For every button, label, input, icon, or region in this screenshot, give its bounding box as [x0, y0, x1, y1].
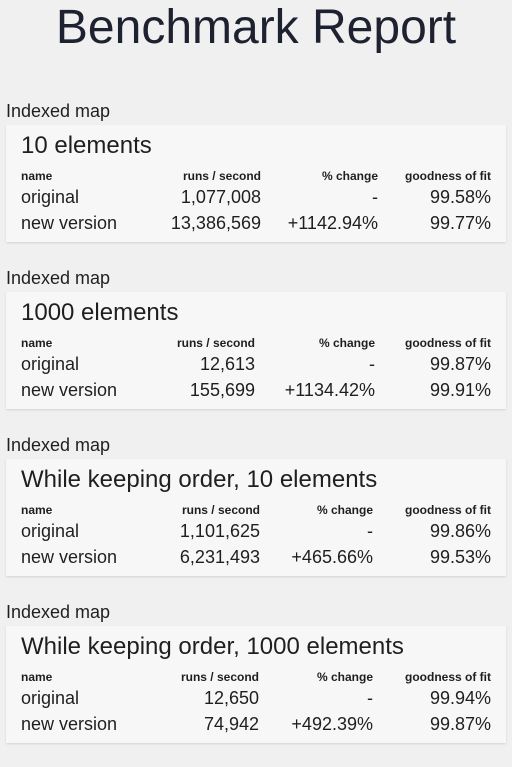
row-name: new version [21, 380, 118, 400]
row-runs: 6,231,493 [179, 547, 260, 567]
row-runs: 1,101,625 [179, 521, 260, 541]
column-header-name: name [21, 169, 53, 183]
benchmark-section: Indexed map While keeping order, 10 elem… [0, 433, 512, 600]
column-header-fit: goodness of fit [405, 503, 491, 517]
row-change: - [367, 688, 373, 708]
table-header-row: name runs / second % change goodness of … [21, 669, 491, 685]
section-label: Indexed map [6, 101, 111, 121]
table-header-row: name runs / second % change goodness of … [21, 168, 491, 184]
section-label: Indexed map [6, 602, 111, 622]
benchmark-card: While keeping order, 1000 elements name … [6, 626, 506, 743]
column-header-runs: runs / second [180, 670, 259, 684]
benchmark-card: 1000 elements name runs / second % chang… [6, 292, 506, 409]
benchmark-title: While keeping order, 10 elements [21, 466, 378, 493]
row-change: +1134.42% [284, 380, 375, 400]
row-runs: 1,077,008 [180, 187, 261, 207]
row-fit: 99.87% [429, 714, 491, 734]
benchmark-section: Indexed map While keeping order, 1000 el… [0, 600, 512, 767]
table-row: original 1,101,625 - 99.86% [21, 518, 491, 544]
results-table: name runs / second % change goodness of … [21, 502, 491, 570]
column-header-change: % change [316, 670, 373, 684]
column-header-change: % change [321, 169, 378, 183]
benchmark-title: 10 elements [21, 132, 152, 159]
row-fit: 99.58% [429, 187, 491, 207]
results-table: name runs / second % change goodness of … [21, 669, 491, 737]
column-header-runs: runs / second [181, 503, 260, 517]
row-runs: 13,386,569 [170, 213, 261, 233]
row-change: +492.39% [291, 714, 373, 734]
column-header-runs: runs / second [176, 336, 255, 350]
row-runs: 155,699 [189, 380, 255, 400]
column-header-fit: goodness of fit [405, 336, 491, 350]
row-name: original [21, 521, 80, 541]
column-header-change: % change [318, 336, 375, 350]
row-name: original [21, 187, 80, 207]
row-fit: 99.94% [429, 688, 491, 708]
column-header-fit: goodness of fit [405, 670, 491, 684]
row-fit: 99.86% [429, 521, 491, 541]
row-fit: 99.91% [429, 380, 491, 400]
row-runs: 12,613 [199, 354, 255, 374]
benchmark-section: Indexed map 1000 elements name runs / se… [0, 266, 512, 433]
benchmark-title: 1000 elements [21, 299, 179, 326]
page-title: Benchmark Report [55, 1, 457, 54]
row-fit: 99.53% [429, 547, 491, 567]
table-header-row: name runs / second % change goodness of … [21, 502, 491, 518]
row-change: - [367, 521, 373, 541]
column-header-runs: runs / second [182, 169, 261, 183]
row-change: +1142.94% [287, 213, 378, 233]
row-runs: 12,650 [203, 688, 259, 708]
row-change: +465.66% [291, 547, 373, 567]
benchmark-section: Indexed map 10 elements name runs / seco… [0, 99, 512, 266]
row-fit: 99.87% [429, 354, 491, 374]
table-row: new version 155,699 +1134.42% 99.91% [21, 377, 491, 403]
column-header-name: name [21, 503, 53, 517]
table-row: original 12,613 - 99.87% [21, 351, 491, 377]
row-name: new version [21, 547, 118, 567]
row-name: new version [21, 213, 118, 233]
table-header-row: name runs / second % change goodness of … [21, 335, 491, 351]
section-label: Indexed map [6, 268, 111, 288]
table-row: new version 6,231,493 +465.66% 99.53% [21, 544, 491, 570]
results-table: name runs / second % change goodness of … [21, 335, 491, 403]
row-runs: 74,942 [203, 714, 259, 734]
table-row: original 12,650 - 99.94% [21, 685, 491, 711]
column-header-name: name [21, 336, 53, 350]
report-sections: Indexed map 10 elements name runs / seco… [0, 99, 512, 767]
benchmark-card: While keeping order, 10 elements name ru… [6, 459, 506, 576]
row-name: original [21, 688, 80, 708]
benchmark-title: While keeping order, 1000 elements [21, 633, 404, 660]
table-row: new version 13,386,569 +1142.94% 99.77% [21, 210, 491, 236]
results-table: name runs / second % change goodness of … [21, 168, 491, 236]
column-header-change: % change [316, 503, 373, 517]
table-row: new version 74,942 +492.39% 99.87% [21, 711, 491, 737]
table-row: original 1,077,008 - 99.58% [21, 184, 491, 210]
benchmark-card: 10 elements name runs / second % change … [6, 125, 506, 242]
column-header-fit: goodness of fit [405, 169, 491, 183]
row-fit: 99.77% [429, 213, 491, 233]
row-change: - [372, 187, 378, 207]
column-header-name: name [21, 670, 53, 684]
section-label: Indexed map [6, 435, 111, 455]
row-change: - [369, 354, 375, 374]
row-name: new version [21, 714, 118, 734]
row-name: original [21, 354, 80, 374]
